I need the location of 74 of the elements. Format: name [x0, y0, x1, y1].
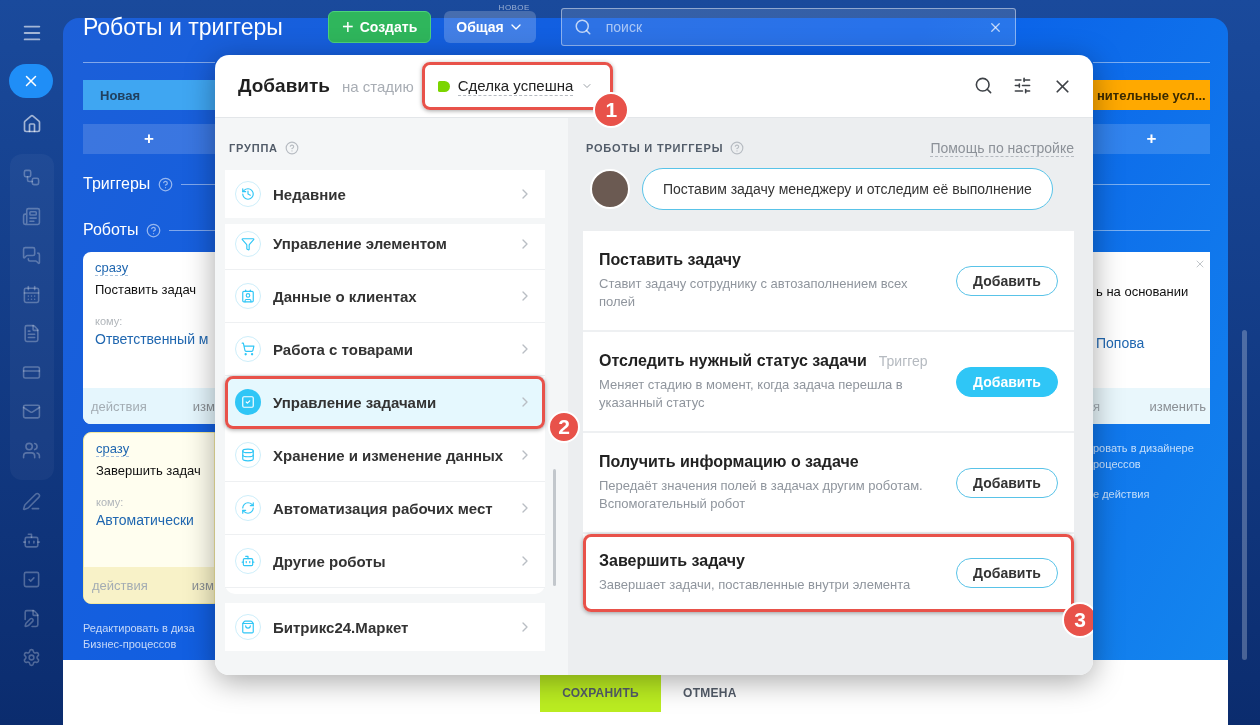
stage-header: Новая — [83, 80, 215, 110]
designer-link[interactable]: Редактировать в диза — [83, 620, 215, 636]
edit-link[interactable]: изменить — [1149, 398, 1206, 414]
filter-button[interactable]: Общая — [444, 11, 536, 43]
section-title: Роботы — [83, 221, 139, 239]
recipient-link[interactable]: Автоматически — [96, 512, 214, 528]
designer-link[interactable]: роцессов — [1093, 456, 1210, 472]
delay-link[interactable]: сразу — [96, 441, 130, 457]
callout-badge: 2 — [548, 411, 580, 443]
robot-icon[interactable] — [22, 531, 41, 550]
callout-badge: 1 — [593, 92, 630, 128]
group-heading: ГРУППА — [229, 142, 278, 154]
page-title: Роботы и триггеры — [83, 13, 284, 41]
robot-title: Завершить задач — [96, 463, 202, 478]
newspaper-icon[interactable] — [22, 207, 41, 226]
robot-description: Меняет стадию в момент, когда задача перешла в указанный статус — [599, 375, 904, 412]
actions-link[interactable]: е действия — [1093, 486, 1210, 502]
delay-link[interactable]: сразу — [95, 260, 129, 276]
designer-link[interactable]: ровать в дизайнере — [1093, 440, 1210, 456]
recipient-label: кому: — [96, 496, 125, 508]
robot-title: Завершить задачу — [599, 552, 745, 570]
recipient-link[interactable]: Попова — [1096, 335, 1210, 351]
robot-title: Поставить задачу — [599, 250, 741, 269]
recipient-label: кому: — [95, 315, 124, 327]
trigger-tag: Триггер — [878, 352, 928, 369]
home-icon[interactable] — [21, 114, 42, 134]
add-button[interactable]: Добавить — [956, 467, 1058, 498]
robot-title: Получить информацию о задаче — [599, 452, 859, 471]
section-title: Триггеры — [83, 175, 151, 193]
search-icon — [573, 18, 592, 36]
close-icon[interactable] — [1194, 258, 1206, 270]
robot-description: Завершает задачи, поставленные внутри элемента — [599, 576, 912, 594]
group-icon — [235, 389, 261, 415]
search-field[interactable]: поиск — [603, 18, 976, 36]
scrollbar[interactable] — [553, 469, 556, 586]
group-item[interactable]: Недавние — [225, 170, 545, 218]
robots-heading: РОБОТЫ И ТРИГГЕРЫ — [586, 142, 724, 154]
close-button[interactable] — [8, 64, 53, 98]
users-icon[interactable] — [22, 441, 41, 460]
hint-bubble: Поставим задачу менеджеру и отследим её выполнение — [642, 168, 1053, 210]
card-icon[interactable] — [22, 363, 41, 382]
add-stage-button[interactable]: + — [1093, 124, 1210, 154]
help-icon[interactable] — [730, 141, 745, 155]
add-stage-button[interactable]: + — [83, 124, 215, 154]
scrollbar[interactable] — [1241, 330, 1247, 660]
robot-description: Передаёт значения полей в задачах другим роботам. Вспомогательный робот — [599, 476, 924, 513]
add-button[interactable]: Добавить — [956, 558, 1058, 588]
stage-prefix: на стадию — [342, 77, 414, 95]
recipient-link[interactable]: Ответственный м — [95, 331, 215, 347]
callout-badge: 3 — [1062, 602, 1093, 638]
cancel-button[interactable]: ОТМЕНА — [679, 673, 741, 712]
save-button[interactable]: СОХРАНИТЬ — [540, 673, 661, 712]
document-icon[interactable] — [22, 324, 41, 343]
file-edit-icon[interactable] — [22, 609, 41, 628]
robot-title: ь на основании — [1096, 284, 1190, 299]
search-field[interactable]: поиск — [560, 8, 1016, 46]
mail-icon[interactable] — [22, 402, 41, 421]
stage-header: нительные усл... — [1093, 80, 1210, 110]
designer-link[interactable]: Бизнес-процессов — [83, 636, 215, 652]
checkbox-icon[interactable] — [22, 570, 41, 589]
settings-icon[interactable] — [22, 648, 41, 667]
calendar-icon[interactable] — [22, 285, 41, 304]
robot-title: Поставить задач — [95, 282, 198, 297]
new-label: НОВОЕ — [498, 3, 530, 12]
group-item[interactable]: Битрикс24.Маркет — [225, 603, 545, 651]
add-button[interactable]: Добавить — [956, 265, 1058, 296]
pen-icon[interactable] — [22, 492, 41, 511]
chat-icon[interactable] — [22, 246, 41, 265]
robot-title: Отследить нужный статус задачи — [599, 351, 867, 370]
avatar — [590, 169, 630, 209]
workflow-icon[interactable] — [22, 168, 41, 187]
robot-description: Ставит задачу сотруднику с автозаполнением всех полей — [599, 274, 909, 311]
dialog-title: Добавить — [238, 75, 331, 97]
help-icon[interactable] — [284, 141, 299, 155]
